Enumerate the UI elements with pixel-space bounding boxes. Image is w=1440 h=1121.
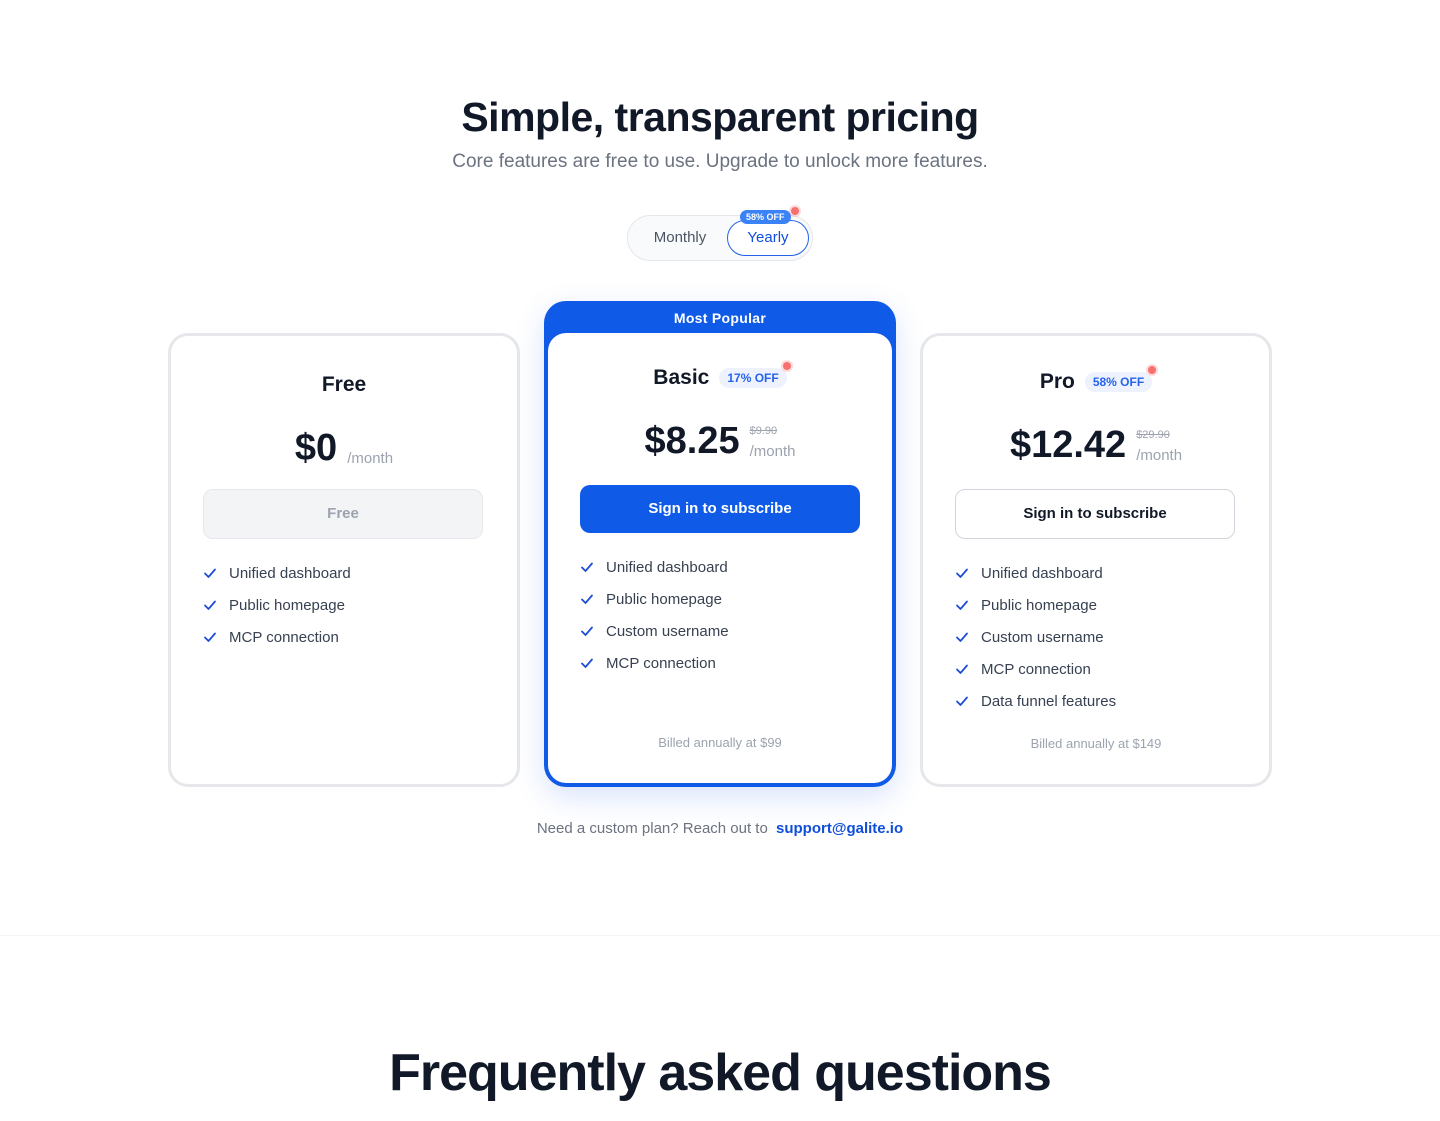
discount-badge-label: 58% OFF: [1092, 375, 1145, 389]
price-row: $0 /month: [171, 428, 517, 468]
feature-item: Custom username: [580, 615, 729, 647]
feature-label: Unified dashboard: [606, 558, 728, 576]
feature-item: Unified dashboard: [955, 557, 1116, 589]
plan-card-basic-highlight: Most Popular Basic 17% OFF $8.25 $9.90 /…: [544, 301, 896, 787]
toggle-yearly[interactable]: Yearly: [727, 220, 809, 256]
support-email-link[interactable]: support@galite.io: [776, 820, 903, 837]
plan-price: $8.25: [644, 420, 740, 462]
check-icon: [955, 662, 969, 676]
toggle-monthly[interactable]: Monthly: [632, 220, 728, 256]
plan-name: Free: [321, 373, 367, 396]
check-icon: [955, 598, 969, 612]
feature-label: Public homepage: [229, 596, 345, 614]
plan-card-basic: Basic 17% OFF $8.25 $9.90 /month Sign in…: [548, 333, 892, 783]
feature-label: MCP connection: [229, 628, 339, 646]
custom-plan-note: Need a custom plan? Reach out to support…: [0, 820, 1440, 837]
feature-item: Unified dashboard: [203, 557, 351, 589]
feature-item: Public homepage: [580, 583, 729, 615]
notification-dot: [782, 362, 791, 370]
original-price: $9.90: [749, 425, 778, 437]
custom-plan-text: Need a custom plan? Reach out to: [536, 820, 768, 837]
feature-item: MCP connection: [955, 653, 1116, 685]
feature-label: MCP connection: [981, 660, 1091, 678]
feature-label: Public homepage: [981, 596, 1097, 614]
feature-label: Unified dashboard: [981, 564, 1103, 582]
check-icon: [203, 598, 217, 612]
plan-card-free: Free $0 /month Free Unified dashboard Pub…: [168, 333, 520, 787]
billing-note: Billed annually at $149: [1030, 736, 1162, 751]
price-unit: /month: [1136, 447, 1183, 464]
faq-title: Frequently asked questions: [389, 1044, 1052, 1102]
price-unit: /month: [749, 443, 796, 460]
check-icon: [955, 630, 969, 644]
feature-item: MCP connection: [203, 621, 351, 653]
notification-dot: [1148, 366, 1157, 374]
original-price: $29.90: [1136, 429, 1170, 441]
discount-badge: 58% OFF: [1084, 366, 1157, 392]
check-icon: [955, 694, 969, 708]
billing-note: Billed annually at $99: [658, 735, 782, 750]
check-icon: [203, 566, 217, 580]
pro-subscribe-button[interactable]: Sign in to subscribe: [955, 489, 1235, 539]
feature-item: Data funnel features: [955, 685, 1116, 717]
check-icon: [580, 592, 594, 606]
feature-list: Unified dashboard Public homepage Custom u…: [955, 557, 1116, 717]
most-popular-label: Most Popular: [673, 310, 767, 326]
section-divider: [0, 935, 1440, 936]
feature-item: MCP connection: [580, 647, 729, 679]
feature-label: Data funnel features: [981, 692, 1117, 710]
feature-list: Unified dashboard Public homepage Custom u…: [580, 551, 729, 679]
plan-name-row: Pro 58% OFF: [923, 366, 1269, 394]
plan-name: Basic: [653, 366, 710, 389]
check-icon: [580, 656, 594, 670]
feature-label: Public homepage: [606, 590, 722, 608]
page-title: Simple, transparent pricing: [461, 94, 979, 140]
check-icon: [955, 566, 969, 580]
plan-card-pro: Pro 58% OFF $12.42 $29.90 /month Sign in…: [920, 333, 1272, 787]
plan-name-row: Basic 17% OFF: [548, 362, 892, 390]
feature-label: Custom username: [606, 622, 729, 640]
feature-item: Public homepage: [203, 589, 351, 621]
discount-badge-label: 17% OFF: [727, 371, 779, 385]
price-row: $12.42 $29.90 /month: [923, 425, 1269, 465]
check-icon: [580, 560, 594, 574]
check-icon: [203, 630, 217, 644]
feature-label: MCP connection: [606, 654, 716, 672]
check-icon: [580, 624, 594, 638]
feature-label: Unified dashboard: [229, 564, 351, 582]
feature-item: Public homepage: [955, 589, 1116, 621]
feature-item: Custom username: [955, 621, 1116, 653]
price-unit: /month: [347, 450, 394, 467]
plan-price: $0: [294, 427, 338, 469]
basic-subscribe-button[interactable]: Sign in to subscribe: [580, 485, 860, 533]
feature-item: Unified dashboard: [580, 551, 729, 583]
feature-list: Unified dashboard Public homepage MCP conn…: [203, 557, 351, 653]
plan-price: $12.42: [1009, 424, 1127, 466]
free-plan-button[interactable]: Free: [203, 489, 483, 539]
notification-dot: [791, 207, 799, 215]
yearly-discount-badge: 58% OFF: [740, 210, 791, 224]
plan-name: Pro: [1039, 370, 1075, 393]
discount-badge: 17% OFF: [719, 362, 791, 388]
feature-label: Custom username: [981, 628, 1104, 646]
page-subtitle: Core features are free to use. Upgrade t…: [452, 151, 988, 172]
price-row: $8.25 $9.90 /month: [548, 421, 892, 461]
